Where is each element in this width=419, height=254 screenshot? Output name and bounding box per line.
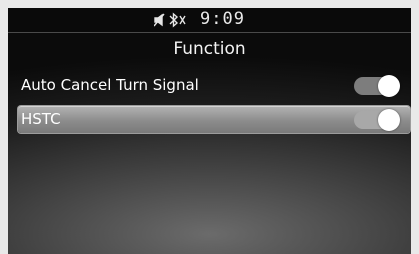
setting-row-hstc[interactable]: HSTC [18, 106, 410, 133]
bluetooth-icon [169, 12, 186, 28]
toggle-knob [378, 75, 400, 97]
status-icons [154, 12, 186, 28]
mute-icon [154, 13, 165, 27]
status-bar: 9:09 [8, 8, 411, 33]
display-screen: 9:09 Function Auto Cancel Turn Signal HS… [8, 8, 411, 254]
auto-cancel-toggle[interactable] [354, 75, 400, 97]
hstc-toggle[interactable] [354, 109, 400, 131]
clock: 9:09 [200, 9, 245, 29]
setting-row-auto-cancel-turn-signal[interactable]: Auto Cancel Turn Signal [18, 72, 410, 98]
page-title: Function [173, 39, 246, 59]
toggle-knob [378, 109, 400, 131]
setting-label: Auto Cancel Turn Signal [21, 76, 199, 94]
setting-label: HSTC [21, 110, 61, 128]
